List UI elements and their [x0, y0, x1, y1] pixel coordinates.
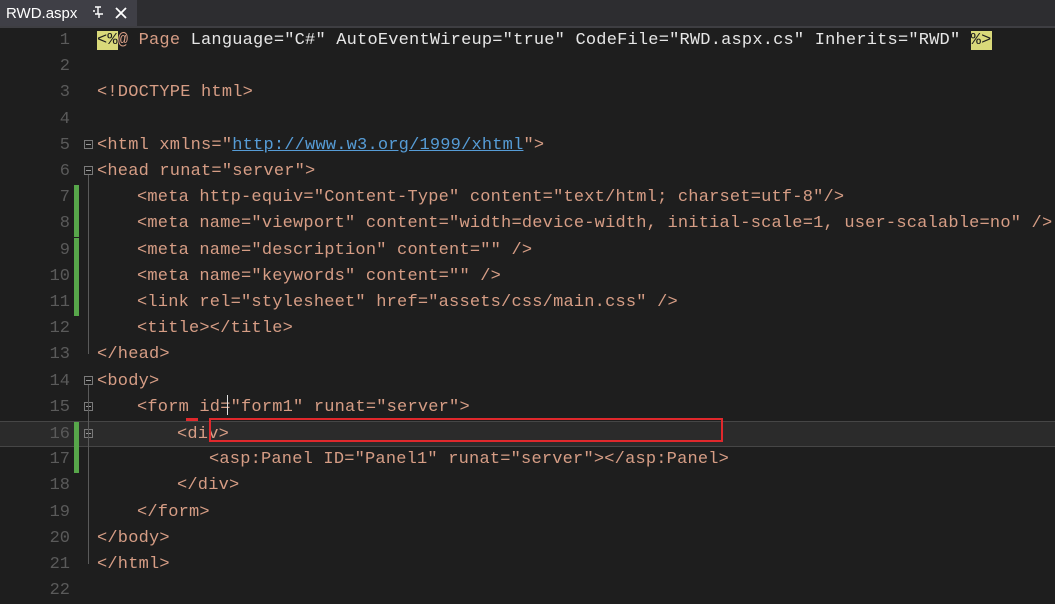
line-number: 10 — [49, 266, 70, 286]
fold-guide — [88, 384, 89, 564]
code-line[interactable]: 19 </form> — [0, 500, 1055, 526]
text-caret — [227, 395, 228, 415]
code-line[interactable]: 21 </html> — [0, 552, 1055, 578]
change-marker — [74, 447, 79, 474]
code-text: <!DOCTYPE html> — [97, 83, 254, 103]
code-line[interactable]: 18 </div> — [0, 473, 1055, 499]
code-text: <asp:Panel ID="Panel1" runat="server"></… — [209, 450, 730, 470]
document-tab-bar: RWD.aspx — [0, 0, 1055, 28]
code-line[interactable]: 9 <meta name="description" content="" /> — [0, 237, 1055, 264]
code-text: </head> — [97, 345, 170, 365]
code-line[interactable]: 11 <link rel="stylesheet" href="assets/cs… — [0, 290, 1055, 316]
collapse-icon[interactable] — [84, 375, 93, 385]
highlight-box — [209, 418, 723, 442]
close-icon[interactable] — [113, 5, 129, 21]
line-number: 1 — [59, 31, 70, 50]
directive-attrs: Language="C#" AutoEventWireup="true" Cod… — [190, 31, 971, 50]
change-marker — [74, 290, 79, 316]
line-number: 16 — [49, 425, 70, 444]
change-marker — [74, 237, 79, 264]
line-number: 21 — [49, 555, 70, 574]
code-line[interactable]: 7 <meta http-equiv="Content-Type" content… — [0, 185, 1055, 212]
fold-guide — [88, 175, 89, 355]
line-number: 8 — [59, 214, 70, 234]
directive-close: %> — [970, 31, 992, 50]
code-text: <html xmlns="http://www.w3.org/1999/xhtm… — [97, 133, 544, 159]
directive-open: <% — [97, 31, 118, 50]
line-number: 15 — [49, 397, 70, 417]
line-number: 11 — [49, 293, 70, 312]
line-number: 9 — [59, 240, 70, 260]
code-line[interactable]: 5 <html xmlns="http://www.w3.org/1999/xht… — [0, 133, 1055, 159]
line-number: 19 — [49, 502, 70, 522]
code-text: </html> — [97, 555, 170, 574]
code-line[interactable]: 3 <!DOCTYPE html> — [0, 80, 1055, 106]
code-line[interactable]: 20 </body> — [0, 526, 1055, 552]
html-tag-close: "> — [523, 135, 545, 155]
change-marker — [74, 422, 79, 448]
line-number: 5 — [59, 135, 70, 155]
change-marker — [74, 185, 79, 212]
line-number: 7 — [59, 188, 70, 208]
collapse-icon[interactable] — [84, 139, 93, 149]
code-line[interactable]: 15 <form id="form1" runat="server"> — [0, 395, 1055, 421]
code-line[interactable]: 22 — [0, 578, 1055, 604]
line-number: 2 — [59, 57, 70, 77]
code-text: <form id="form1" runat="server"> — [137, 397, 470, 417]
code-text: <head runat="server"> — [97, 162, 316, 181]
code-line[interactable]: 14 <body> — [0, 369, 1055, 395]
pin-icon[interactable] — [92, 4, 106, 20]
code-editor[interactable]: 1 <%@ Page Language="C#" AutoEventWireup=… — [0, 28, 1055, 600]
collapse-icon[interactable] — [84, 166, 93, 175]
change-marker — [74, 211, 79, 238]
code-line[interactable]: 2 — [0, 54, 1055, 80]
code-text: </div> — [177, 476, 240, 496]
line-number: 4 — [59, 109, 70, 129]
line-number: 20 — [49, 528, 70, 548]
code-text: </body> — [97, 528, 170, 548]
change-marker — [74, 263, 79, 290]
code-text: <body> — [97, 371, 160, 391]
code-line[interactable]: 17 <asp:Panel ID="Panel1" runat="server">… — [0, 447, 1055, 474]
line-number: 14 — [49, 371, 70, 391]
code-text: </form> — [137, 502, 210, 522]
directive-name: @ Page — [117, 31, 191, 50]
code-text: <title></title> — [137, 319, 294, 339]
tab-title: RWD.aspx — [6, 4, 78, 22]
code-line[interactable]: 4 — [0, 107, 1055, 133]
xmlns-link[interactable]: http://www.w3.org/1999/xhtml — [232, 136, 523, 155]
line-number: 6 — [59, 162, 70, 181]
line-number: 12 — [49, 319, 70, 339]
code-text: <meta http-equiv="Content-Type" content=… — [137, 188, 845, 208]
code-line[interactable]: 10 <meta name="keywords" content="" /> — [0, 263, 1055, 290]
code-line[interactable]: 8 <meta name="viewport" content="width=de… — [0, 211, 1055, 238]
code-line[interactable]: 1 <%@ Page Language="C#" AutoEventWireup=… — [0, 28, 1055, 54]
code-line[interactable]: 13 </head> — [0, 342, 1055, 368]
code-text: <meta name="viewport" content="width=dev… — [137, 214, 1053, 234]
tab-rwd-aspx[interactable]: RWD.aspx — [0, 0, 137, 26]
line-number: 22 — [49, 581, 70, 601]
code-line[interactable]: 6 <head runat="server"> — [0, 159, 1055, 185]
line-number: 3 — [59, 83, 70, 103]
code-text: <meta name="description" content="" /> — [137, 240, 533, 260]
code-text: <meta name="keywords" content="" /> — [137, 266, 502, 286]
line-number: 17 — [49, 450, 70, 470]
code-text: <link rel="stylesheet" href="assets/css/… — [137, 293, 678, 312]
html-tag-open: <html xmlns=" — [97, 135, 233, 155]
line-number: 18 — [49, 476, 70, 496]
code-line[interactable]: 12 <title></title> — [0, 316, 1055, 342]
error-squiggle — [186, 418, 198, 421]
line-number: 13 — [49, 345, 70, 365]
code-text: <%@ Page Language="C#" AutoEventWireup="… — [97, 28, 992, 54]
